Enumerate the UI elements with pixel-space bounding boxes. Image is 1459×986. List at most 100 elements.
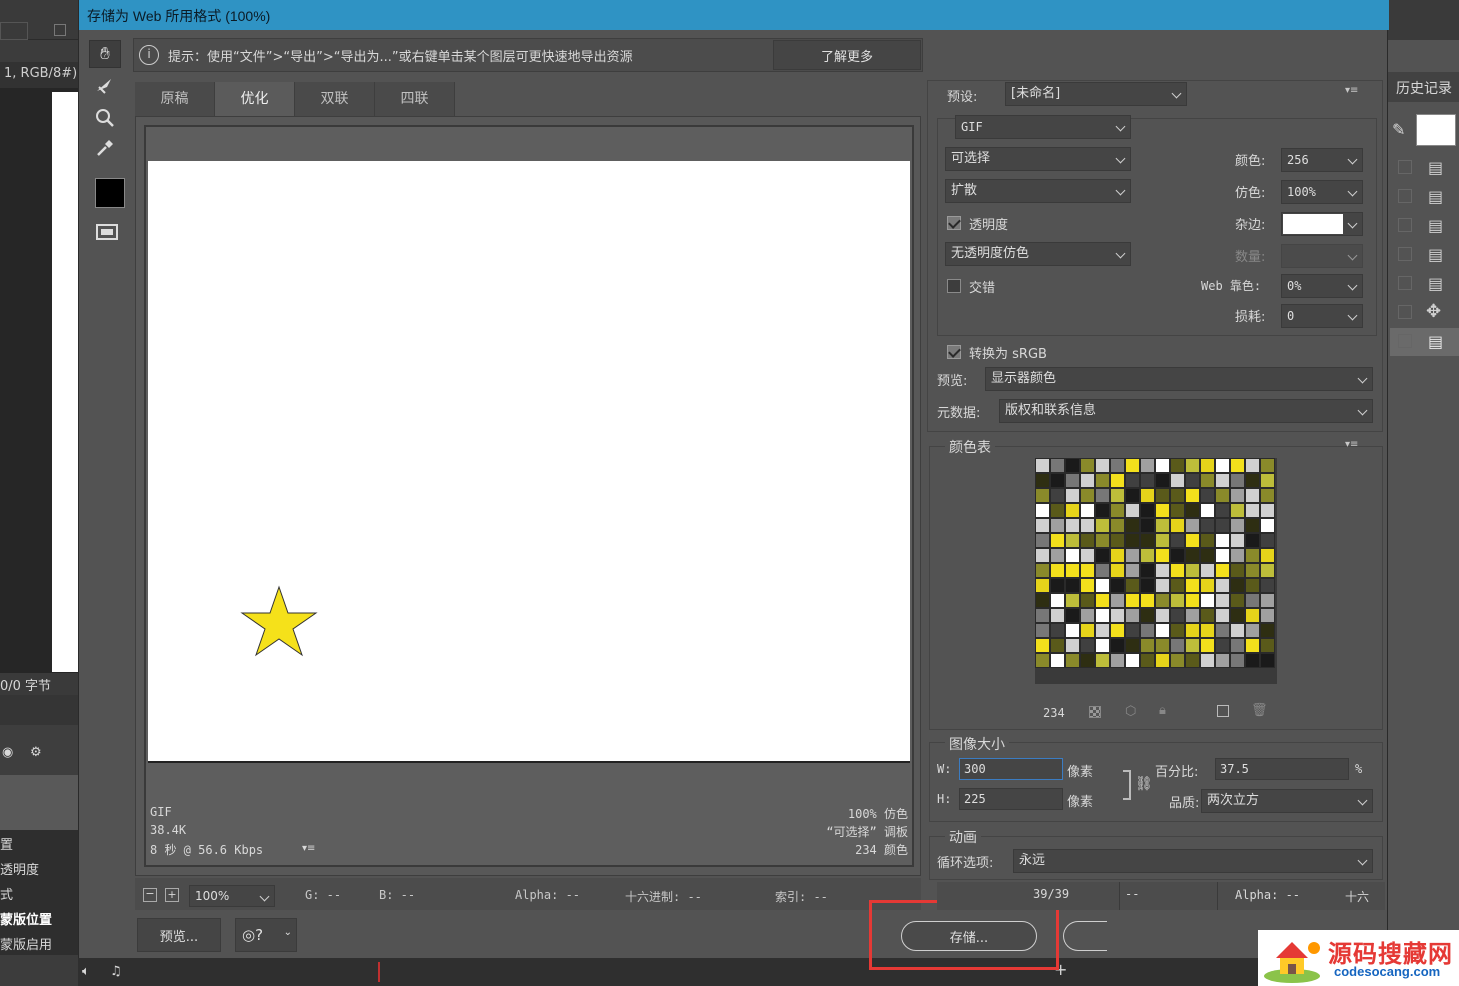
color-swatch[interactable] — [1260, 653, 1275, 668]
visibility-icon[interactable]: ◉ — [2, 745, 13, 760]
color-swatch[interactable] — [1245, 458, 1260, 473]
color-swatch[interactable] — [1140, 563, 1155, 578]
color-swatch[interactable] — [1125, 548, 1140, 563]
color-swatch[interactable] — [1065, 638, 1080, 653]
color-swatch[interactable] — [1095, 563, 1110, 578]
loop-options-select[interactable]: 永远 — [1013, 849, 1373, 873]
color-swatch[interactable] — [1035, 563, 1050, 578]
color-swatch[interactable] — [1125, 488, 1140, 503]
color-swatch[interactable] — [1185, 653, 1200, 668]
slice-select-tool-icon[interactable] — [89, 72, 121, 100]
color-swatch[interactable] — [1080, 458, 1095, 473]
history-state-active[interactable]: ▤ — [1390, 328, 1459, 356]
color-swatch[interactable] — [1260, 578, 1275, 593]
color-swatch[interactable] — [1125, 638, 1140, 653]
color-swatch[interactable] — [1170, 473, 1185, 488]
color-swatch[interactable] — [1080, 638, 1095, 653]
history-state[interactable]: ▤ — [1390, 154, 1459, 182]
color-swatch[interactable] — [1140, 473, 1155, 488]
color-swatch[interactable] — [1200, 593, 1215, 608]
color-swatch[interactable] — [1215, 638, 1230, 653]
color-swatch[interactable] — [1050, 638, 1065, 653]
color-swatch[interactable] — [1140, 488, 1155, 503]
color-swatch[interactable] — [1155, 593, 1170, 608]
color-swatch[interactable] — [1125, 653, 1140, 668]
color-swatch[interactable] — [1200, 548, 1215, 563]
color-reduction-select[interactable]: 可选择 — [945, 147, 1131, 171]
color-swatch[interactable] — [1170, 518, 1185, 533]
color-swatch[interactable] — [1215, 653, 1230, 668]
color-swatch[interactable] — [1050, 548, 1065, 563]
color-swatch[interactable] — [1110, 548, 1125, 563]
color-swatch[interactable] — [1080, 488, 1095, 503]
color-swatch[interactable] — [1065, 548, 1080, 563]
color-swatch[interactable] — [1245, 563, 1260, 578]
preset-select[interactable]: [未命名] — [1005, 82, 1187, 106]
color-swatch[interactable] — [1155, 458, 1170, 473]
color-swatch[interactable] — [1155, 653, 1170, 668]
color-swatch[interactable] — [1125, 623, 1140, 638]
tab-original[interactable]: 原稿 — [135, 82, 215, 116]
color-swatch[interactable] — [1215, 518, 1230, 533]
color-swatch[interactable] — [1035, 578, 1050, 593]
color-swatch[interactable] — [1230, 548, 1245, 563]
color-swatch[interactable] — [1230, 563, 1245, 578]
color-swatch[interactable] — [1125, 563, 1140, 578]
zoom-tool-icon[interactable] — [89, 104, 121, 132]
color-swatch[interactable] — [1065, 458, 1080, 473]
color-swatch[interactable] — [1260, 518, 1275, 533]
color-swatch[interactable] — [1035, 593, 1050, 608]
color-swatch[interactable] — [1110, 458, 1125, 473]
history-state-checkbox[interactable] — [1398, 305, 1412, 319]
color-swatch[interactable] — [1260, 503, 1275, 518]
zoom-out-icon[interactable]: − — [143, 888, 157, 902]
color-swatch[interactable] — [1065, 488, 1080, 503]
color-swatch[interactable] — [1095, 608, 1110, 623]
tab-2-up[interactable]: 双联 — [295, 82, 375, 116]
history-state-checkbox[interactable] — [1398, 276, 1412, 290]
color-swatch[interactable] — [1230, 488, 1245, 503]
color-swatch[interactable] — [1215, 473, 1230, 488]
zoom-level-select[interactable]: 100% — [189, 885, 275, 907]
color-swatch[interactable] — [1185, 563, 1200, 578]
browser-preview-button[interactable]: ◎? ⌄ — [235, 918, 297, 952]
cancel-button-partial[interactable] — [1063, 921, 1107, 951]
document-tab[interactable]: 1, RGB/8#) — [0, 62, 78, 88]
color-swatch[interactable] — [1155, 473, 1170, 488]
color-swatch[interactable] — [1125, 518, 1140, 533]
color-swatch[interactable] — [1185, 638, 1200, 653]
color-swatch[interactable] — [1080, 548, 1095, 563]
color-swatch[interactable] — [1155, 578, 1170, 593]
color-swatch[interactable] — [1080, 503, 1095, 518]
color-swatch[interactable] — [1110, 578, 1125, 593]
color-swatch[interactable] — [1245, 533, 1260, 548]
width-input[interactable]: 300 — [959, 758, 1063, 780]
color-swatch[interactable] — [1215, 593, 1230, 608]
hand-tool-icon[interactable]: ✋︎ — [89, 40, 121, 68]
color-swatch[interactable] — [1050, 578, 1065, 593]
color-swatch[interactable] — [1095, 653, 1110, 668]
color-swatch[interactable] — [1140, 653, 1155, 668]
convert-srgb-checkbox[interactable] — [947, 345, 961, 359]
color-swatch[interactable] — [1200, 653, 1215, 668]
color-swatch[interactable] — [1245, 548, 1260, 563]
color-swatch[interactable] — [1095, 458, 1110, 473]
color-swatch[interactable] — [1230, 503, 1245, 518]
color-swatch[interactable] — [1140, 593, 1155, 608]
color-swatch[interactable] — [1035, 548, 1050, 563]
color-swatch[interactable] — [1110, 563, 1125, 578]
color-swatch[interactable] — [1155, 518, 1170, 533]
color-swatch[interactable] — [1140, 638, 1155, 653]
color-swatch[interactable] — [1065, 578, 1080, 593]
color-swatch[interactable] — [1095, 548, 1110, 563]
file-format-select[interactable]: GIF — [955, 115, 1131, 139]
metadata-select[interactable]: 版权和联系信息 — [999, 399, 1373, 423]
color-swatch[interactable] — [1080, 623, 1095, 638]
color-swatch[interactable] — [1035, 503, 1050, 518]
color-swatch[interactable] — [1155, 488, 1170, 503]
color-swatch[interactable] — [1185, 518, 1200, 533]
color-swatch[interactable] — [1065, 593, 1080, 608]
eyedropper-color-swatch[interactable] — [95, 178, 125, 208]
color-swatch[interactable] — [1230, 623, 1245, 638]
color-swatch[interactable] — [1140, 533, 1155, 548]
